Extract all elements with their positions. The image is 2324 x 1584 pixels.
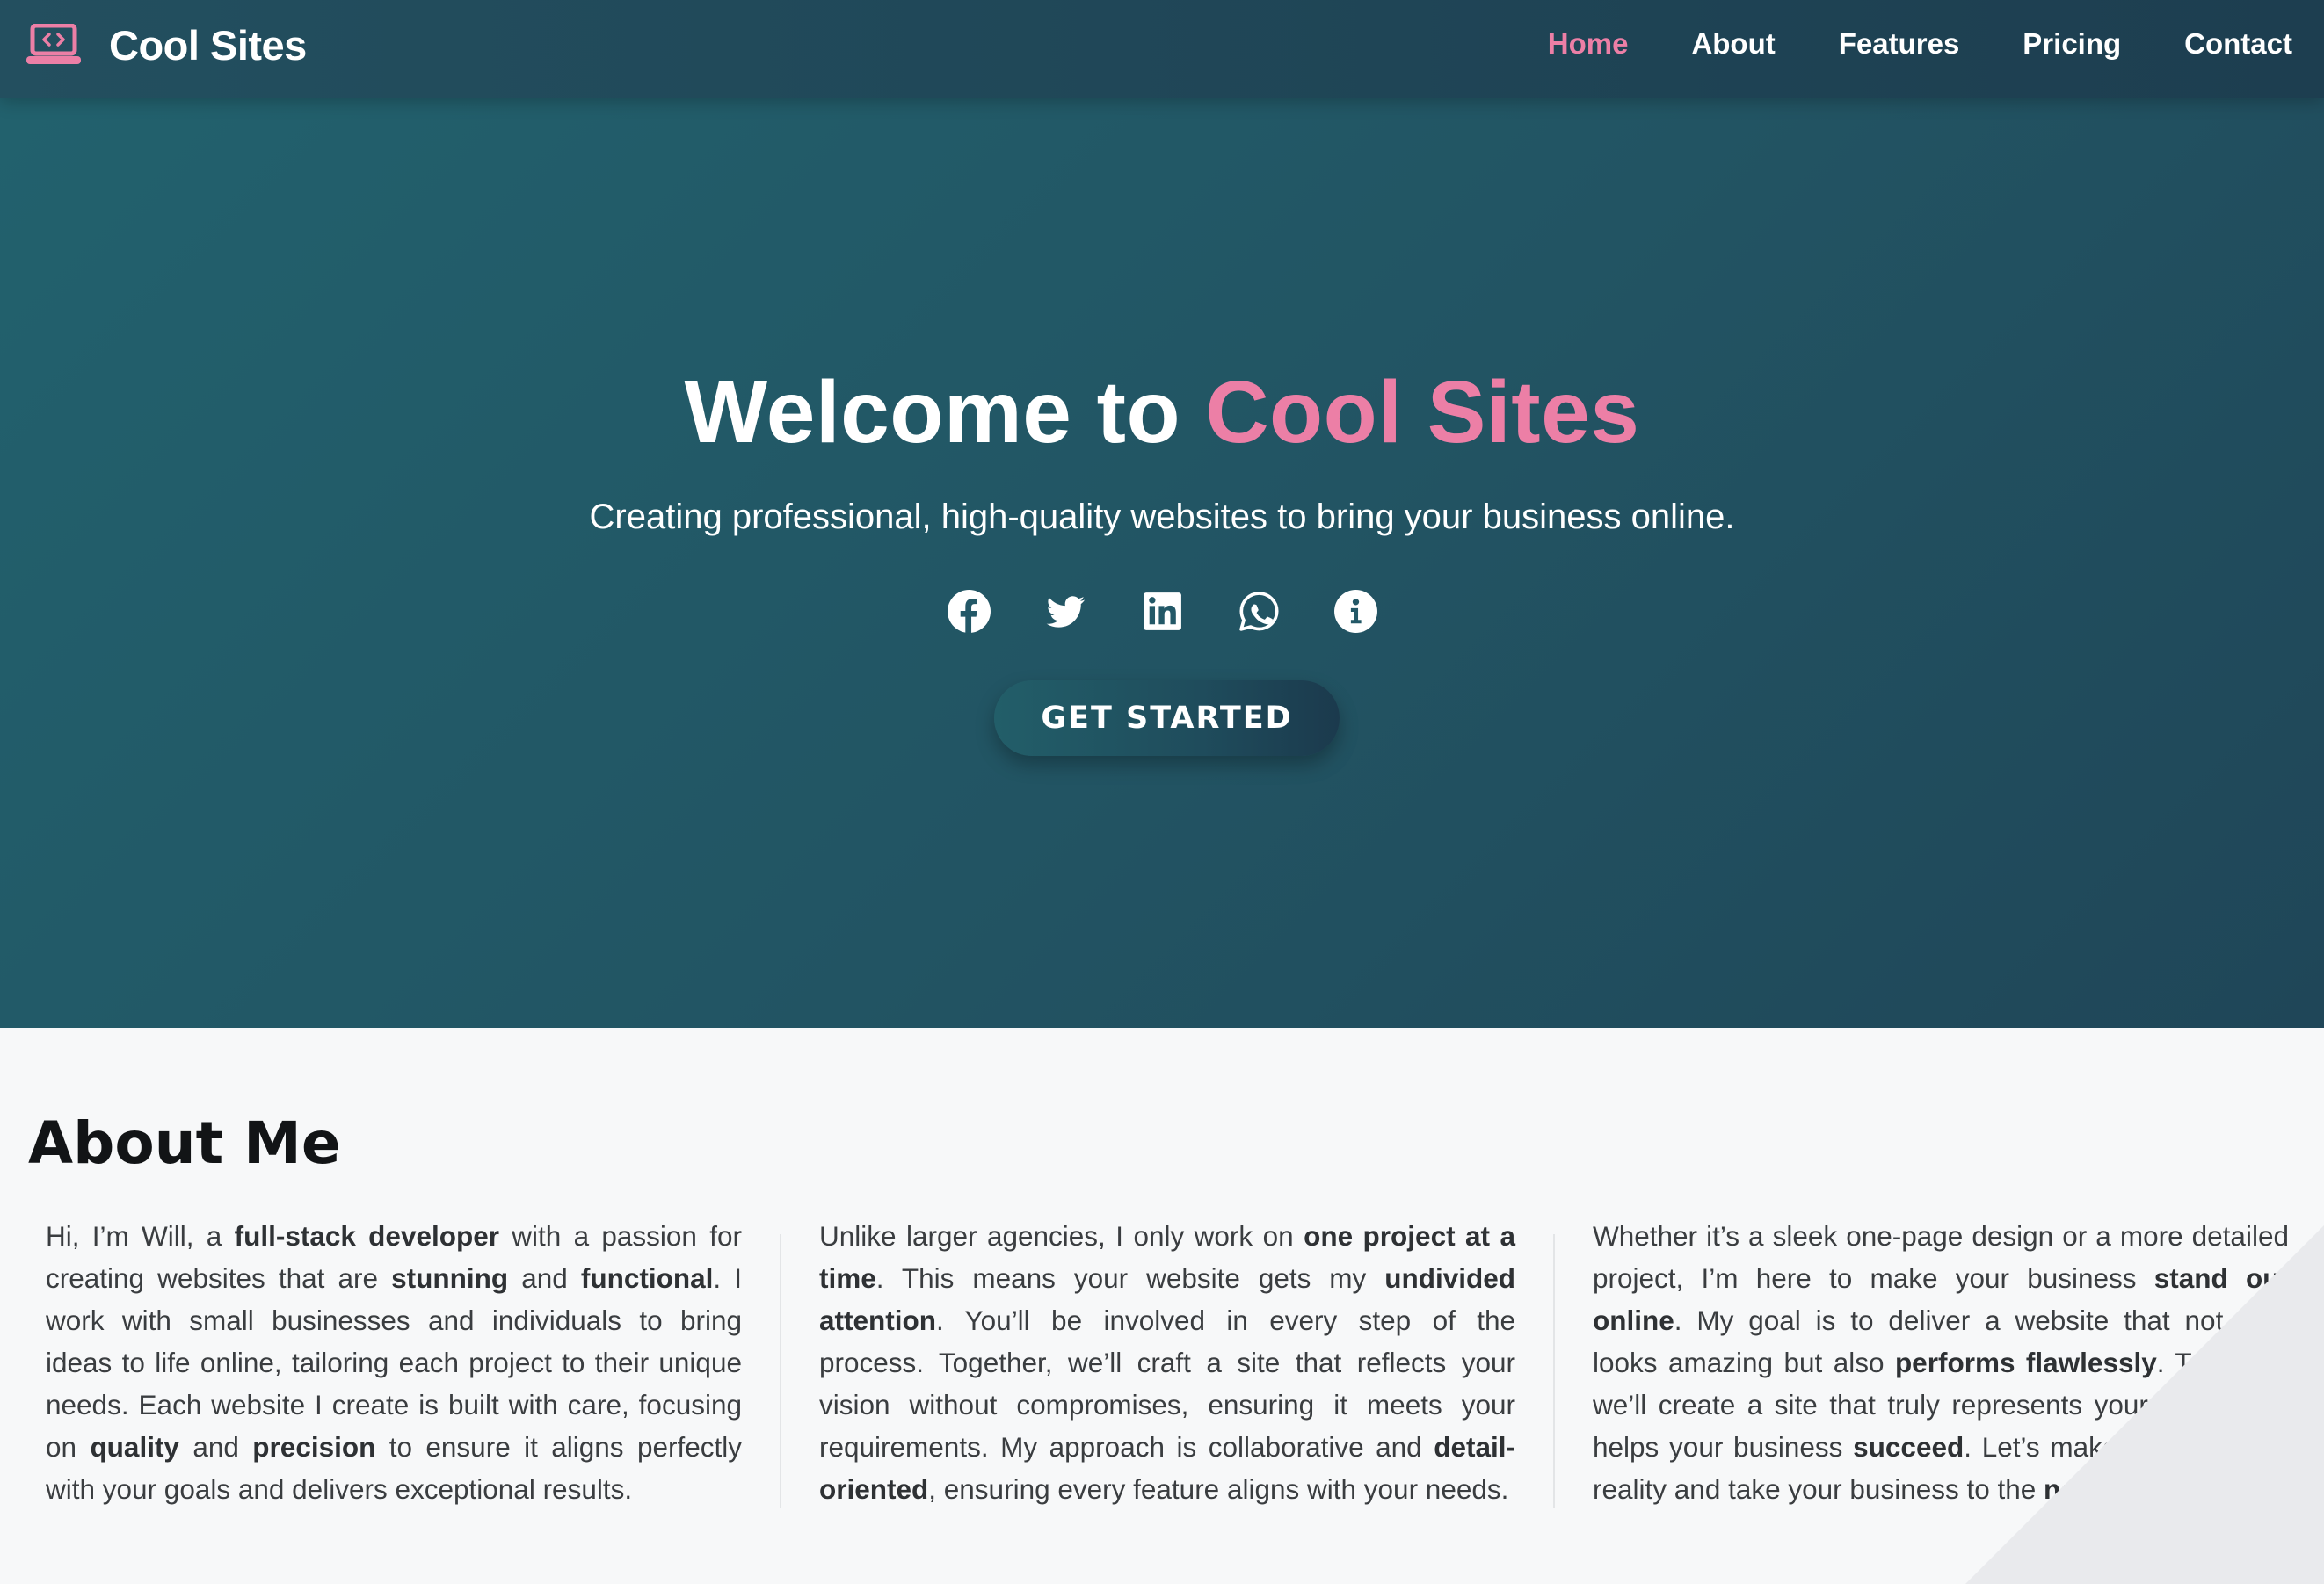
get-started-button[interactable]: GET STARTED <box>994 680 1340 756</box>
navbar: Cool Sites Home About Features Pricing C… <box>0 0 2324 98</box>
brand-logo[interactable]: Cool Sites <box>26 18 307 72</box>
paragraph-text: Hi, I’m Will, a <box>46 1220 235 1252</box>
nav-link-features[interactable]: Features <box>1839 27 1960 61</box>
nav-link-contact[interactable]: Contact <box>2184 27 2292 61</box>
hero-title-accent: Cool Sites <box>1205 363 1640 461</box>
about-column-2: Unlike larger agencies, I only work on o… <box>819 1215 1515 1510</box>
hero-section: Cool Sites Home About Features Pricing C… <box>0 0 2324 1028</box>
paragraph-text: , ensuring every feature aligns with you… <box>928 1473 1509 1505</box>
nav-link-pricing[interactable]: Pricing <box>2023 27 2121 61</box>
nav-link-about[interactable]: About <box>1691 27 1775 61</box>
emphasis-text: quality <box>90 1431 179 1463</box>
emphasis-text: full-stack developer <box>234 1220 499 1252</box>
emphasis-text: stunning <box>391 1262 509 1294</box>
hero-title-prefix: Welcome to <box>684 363 1206 461</box>
info-icon[interactable] <box>1333 589 1378 634</box>
social-links <box>0 587 2324 635</box>
emphasis-text: functional <box>580 1262 714 1294</box>
paragraph-text: and <box>178 1431 253 1463</box>
brand-name: Cool Sites <box>109 21 307 69</box>
whatsapp-icon[interactable] <box>1237 589 1282 634</box>
about-column-1: Hi, I’m Will, a full-stack developer wit… <box>46 1215 742 1510</box>
about-title: About Me <box>28 1109 341 1177</box>
nav-links: Home About Features Pricing Contact <box>1485 21 2292 67</box>
hero-title: Welcome to Cool Sites <box>0 362 2324 463</box>
corner-decoration <box>1965 1225 2324 1584</box>
emphasis-text: succeed <box>1853 1431 1965 1463</box>
paragraph-text: Unlike larger agencies, I only work on <box>819 1220 1304 1252</box>
nav-link-home[interactable]: Home <box>1548 27 1629 61</box>
facebook-icon[interactable] <box>947 589 991 634</box>
laptop-code-icon <box>26 24 81 64</box>
linkedin-icon[interactable] <box>1140 589 1185 634</box>
hero-subtitle: Creating professional, high-quality webs… <box>589 498 1735 536</box>
paragraph-text: . This means your website gets my <box>875 1262 1385 1294</box>
emphasis-text: precision <box>252 1431 376 1463</box>
column-divider <box>780 1234 781 1508</box>
paragraph-text: and <box>508 1262 581 1294</box>
column-divider <box>1553 1234 1555 1508</box>
twitter-icon[interactable] <box>1043 589 1088 634</box>
